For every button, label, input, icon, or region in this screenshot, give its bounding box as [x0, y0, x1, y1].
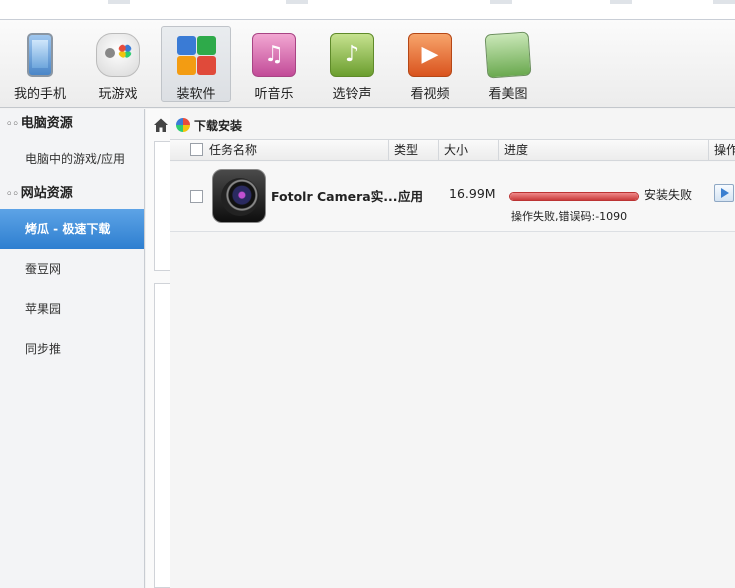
toolbar-label: 看视频 [410, 87, 450, 102]
row-checkbox[interactable] [190, 190, 203, 203]
section-bullet-icon: ◦◦ [6, 119, 19, 130]
sidebar-item-candou[interactable]: 蚕豆网 [0, 249, 144, 289]
phone-icon [27, 33, 53, 77]
main-toolbar: 我的手机 玩游戏 装软件 ♫ 听音乐 ♪ 选铃声 ▶ 看视频 看美图 [0, 20, 735, 108]
toolbar-label: 玩游戏 [98, 87, 138, 102]
toolbar-videos[interactable]: ▶ 看视频 [395, 26, 465, 102]
column-header-type[interactable]: 类型 [388, 140, 438, 160]
sidebar-item-kaogua[interactable]: 烤瓜 - 极速下载 [0, 209, 144, 249]
column-header-name[interactable]: 任务名称 [204, 140, 388, 160]
music-note-icon: ♫ [252, 33, 296, 77]
camera-app-icon [212, 169, 266, 223]
sidebar-item-tongbutui[interactable]: 同步推 [0, 329, 144, 369]
task-size: 16.99M [449, 186, 496, 201]
picture-icon [484, 31, 532, 79]
task-status: 安装失败 [644, 188, 693, 202]
toolbar-music[interactable]: ♫ 听音乐 [239, 26, 309, 102]
error-message: 操作失败,错误码:-1090 [511, 210, 628, 223]
sidebar: ◦◦ 电脑资源 电脑中的游戏/应用 ◦◦ 网站资源 烤瓜 - 极速下载 蚕豆网 苹果… [0, 109, 145, 588]
window-tab-edge [108, 0, 130, 4]
toolbar-games[interactable]: 玩游戏 [83, 26, 153, 102]
window-tab-edge [490, 0, 512, 4]
section-bullet-icon: ◦◦ [6, 189, 19, 200]
window-tab-edge [713, 0, 735, 4]
sidebar-section-web: ◦◦ 网站资源 [0, 179, 144, 209]
collapsed-panel [154, 283, 170, 588]
home-icon[interactable] [153, 117, 169, 133]
download-install-panel: 下载安装 任务名称 类型 大小 进度 操作 Fotolr Camera实... … [154, 109, 735, 588]
table-header: 任务名称 类型 大小 进度 操作 [170, 139, 735, 161]
collapsed-panel-column [146, 109, 170, 588]
gamepad-icon [96, 33, 140, 77]
toolbar-label: 选铃声 [332, 87, 372, 102]
breadcrumb-title: 下载安装 [194, 119, 243, 133]
window-tab-edge [610, 0, 632, 4]
toolbar-label: 看美图 [488, 87, 528, 102]
progress-fill [510, 193, 638, 200]
toolbar-label: 装软件 [176, 87, 216, 102]
select-all-checkbox[interactable] [190, 143, 203, 156]
table-row[interactable]: Fotolr Camera实... 应用 16.99M 安装失败 操作失败,错误… [170, 162, 735, 232]
column-header-action[interactable]: 操作 [708, 140, 735, 160]
breadcrumb: 下载安装 [170, 116, 242, 136]
toolbar-pictures[interactable]: 看美图 [473, 26, 543, 102]
column-header-progress[interactable]: 进度 [498, 140, 708, 160]
task-name: Fotolr Camera实... [271, 189, 398, 204]
sidebar-section-pc: ◦◦ 电脑资源 [0, 109, 144, 139]
top-strip [0, 0, 735, 20]
toolbar-label: 听音乐 [254, 87, 294, 102]
apps-icon [174, 33, 218, 77]
toolbar-my-phone[interactable]: 我的手机 [5, 26, 75, 102]
toolbar-install-apps[interactable]: 装软件 [161, 26, 231, 102]
window-tab-edge [286, 0, 308, 4]
column-header-size[interactable]: 大小 [438, 140, 498, 160]
progress-bar [509, 192, 639, 201]
sidebar-item-pc-games-apps[interactable]: 电脑中的游戏/应用 [0, 139, 144, 179]
retry-play-button[interactable] [714, 184, 734, 202]
download-install-icon [176, 118, 190, 132]
collapsed-panel [154, 141, 170, 271]
bell-icon: ♪ [330, 33, 374, 77]
toolbar-ringtones[interactable]: ♪ 选铃声 [317, 26, 387, 102]
toolbar-label: 我的手机 [13, 87, 66, 102]
section-title: 网站资源 [20, 186, 73, 201]
task-type: 应用 [398, 189, 424, 204]
sidebar-item-pingguoyuan[interactable]: 苹果园 [0, 289, 144, 329]
play-icon: ▶ [408, 33, 452, 77]
section-title: 电脑资源 [20, 116, 73, 131]
